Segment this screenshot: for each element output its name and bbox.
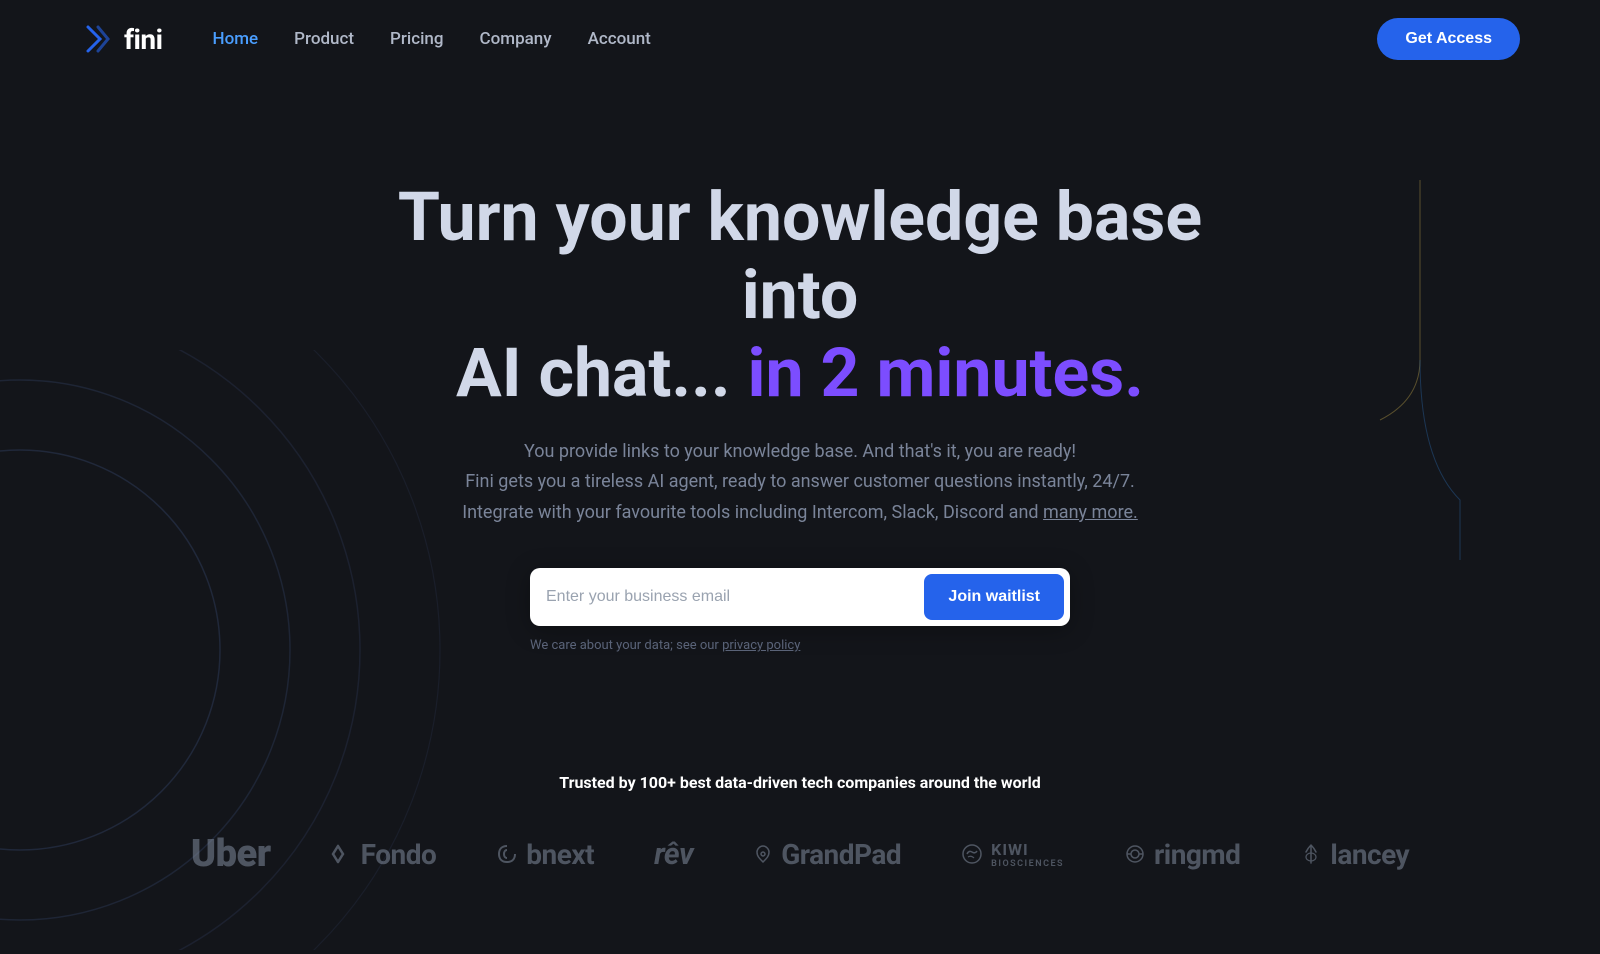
- nav-item-home[interactable]: Home: [213, 29, 259, 49]
- nav-links: Home Product Pricing Company Account: [213, 29, 651, 49]
- join-waitlist-button[interactable]: Join waitlist: [924, 574, 1064, 620]
- bnext-text: bnext: [526, 838, 594, 871]
- email-input[interactable]: [546, 578, 924, 616]
- nav-item-account[interactable]: Account: [588, 29, 651, 49]
- logo-kiwi: KIWI BIOSCIENCES: [961, 840, 1064, 869]
- many-more-link[interactable]: many more.: [1043, 502, 1138, 523]
- hero-headline: Turn your knowledge base into AI chat...…: [350, 178, 1250, 413]
- ringmd-text: ringmd: [1154, 838, 1240, 871]
- rev-text: rêv: [654, 837, 693, 872]
- nav-item-company[interactable]: Company: [480, 29, 552, 49]
- fondo-icon: [331, 844, 353, 864]
- headline-part2: AI chat...: [456, 333, 747, 413]
- subtitle-line1: You provide links to your knowledge base…: [524, 441, 1076, 462]
- nav-link-pricing[interactable]: Pricing: [390, 29, 444, 49]
- grandpad-text: GrandPad: [781, 838, 901, 871]
- headline-highlight: in 2 minutes.: [748, 333, 1144, 413]
- nav-link-home[interactable]: Home: [213, 29, 259, 49]
- trusted-section: Trusted by 100+ best data-driven tech co…: [0, 713, 1600, 916]
- logo-ringmd: ringmd: [1124, 838, 1240, 871]
- logo-icon: [80, 21, 116, 57]
- ringmd-icon: [1124, 843, 1146, 865]
- headline-part1: Turn your knowledge base into: [398, 177, 1202, 335]
- logo-text: fini: [124, 23, 163, 56]
- bnext-icon: [496, 844, 518, 864]
- nav-item-pricing[interactable]: Pricing: [390, 29, 444, 49]
- nav-link-company[interactable]: Company: [480, 29, 552, 49]
- logo[interactable]: fini: [80, 21, 163, 57]
- logos-row: Uber Fondo bnext rêv GrandPad: [80, 832, 1520, 876]
- lancey-icon: [1300, 843, 1322, 865]
- fondo-text: Fondo: [361, 838, 437, 871]
- logo-rev: rêv: [654, 837, 693, 872]
- lancey-text: lancey: [1330, 838, 1409, 871]
- kiwi-icon: [961, 843, 983, 865]
- subtitle-line2: Fini gets you a tireless AI agent, ready…: [465, 471, 1135, 492]
- privacy-note: We care about your data; see our privacy…: [530, 638, 1070, 653]
- logo-bnext: bnext: [496, 838, 594, 871]
- trusted-title: Trusted by 100+ best data-driven tech co…: [80, 773, 1520, 792]
- logo-fondo: Fondo: [331, 838, 437, 871]
- email-form: Join waitlist: [530, 568, 1070, 626]
- uber-text: Uber: [191, 832, 271, 876]
- kiwi-text-bottom: BIOSCIENCES: [991, 859, 1064, 869]
- logo-grandpad: GrandPad: [753, 838, 901, 871]
- nav-item-product[interactable]: Product: [294, 29, 354, 49]
- kiwi-text-top: KIWI: [991, 840, 1029, 859]
- privacy-link[interactable]: privacy policy: [722, 638, 800, 653]
- hero-subtitle: You provide links to your knowledge base…: [460, 437, 1140, 529]
- logo-uber: Uber: [191, 832, 271, 876]
- subtitle-line3: Integrate with your favourite tools incl…: [462, 502, 1043, 523]
- kiwi-text-block: KIWI BIOSCIENCES: [991, 840, 1064, 869]
- grandpad-icon: [753, 844, 773, 864]
- nav-left: fini Home Product Pricing Company Accoun…: [80, 21, 651, 57]
- nav-link-account[interactable]: Account: [588, 29, 651, 49]
- privacy-text: We care about your data; see our: [530, 638, 722, 653]
- logo-lancey: lancey: [1300, 838, 1409, 871]
- nav-link-product[interactable]: Product: [294, 29, 354, 49]
- get-access-button[interactable]: Get Access: [1377, 18, 1520, 60]
- navbar: fini Home Product Pricing Company Accoun…: [0, 0, 1600, 78]
- hero-section: Turn your knowledge base into AI chat...…: [0, 78, 1600, 713]
